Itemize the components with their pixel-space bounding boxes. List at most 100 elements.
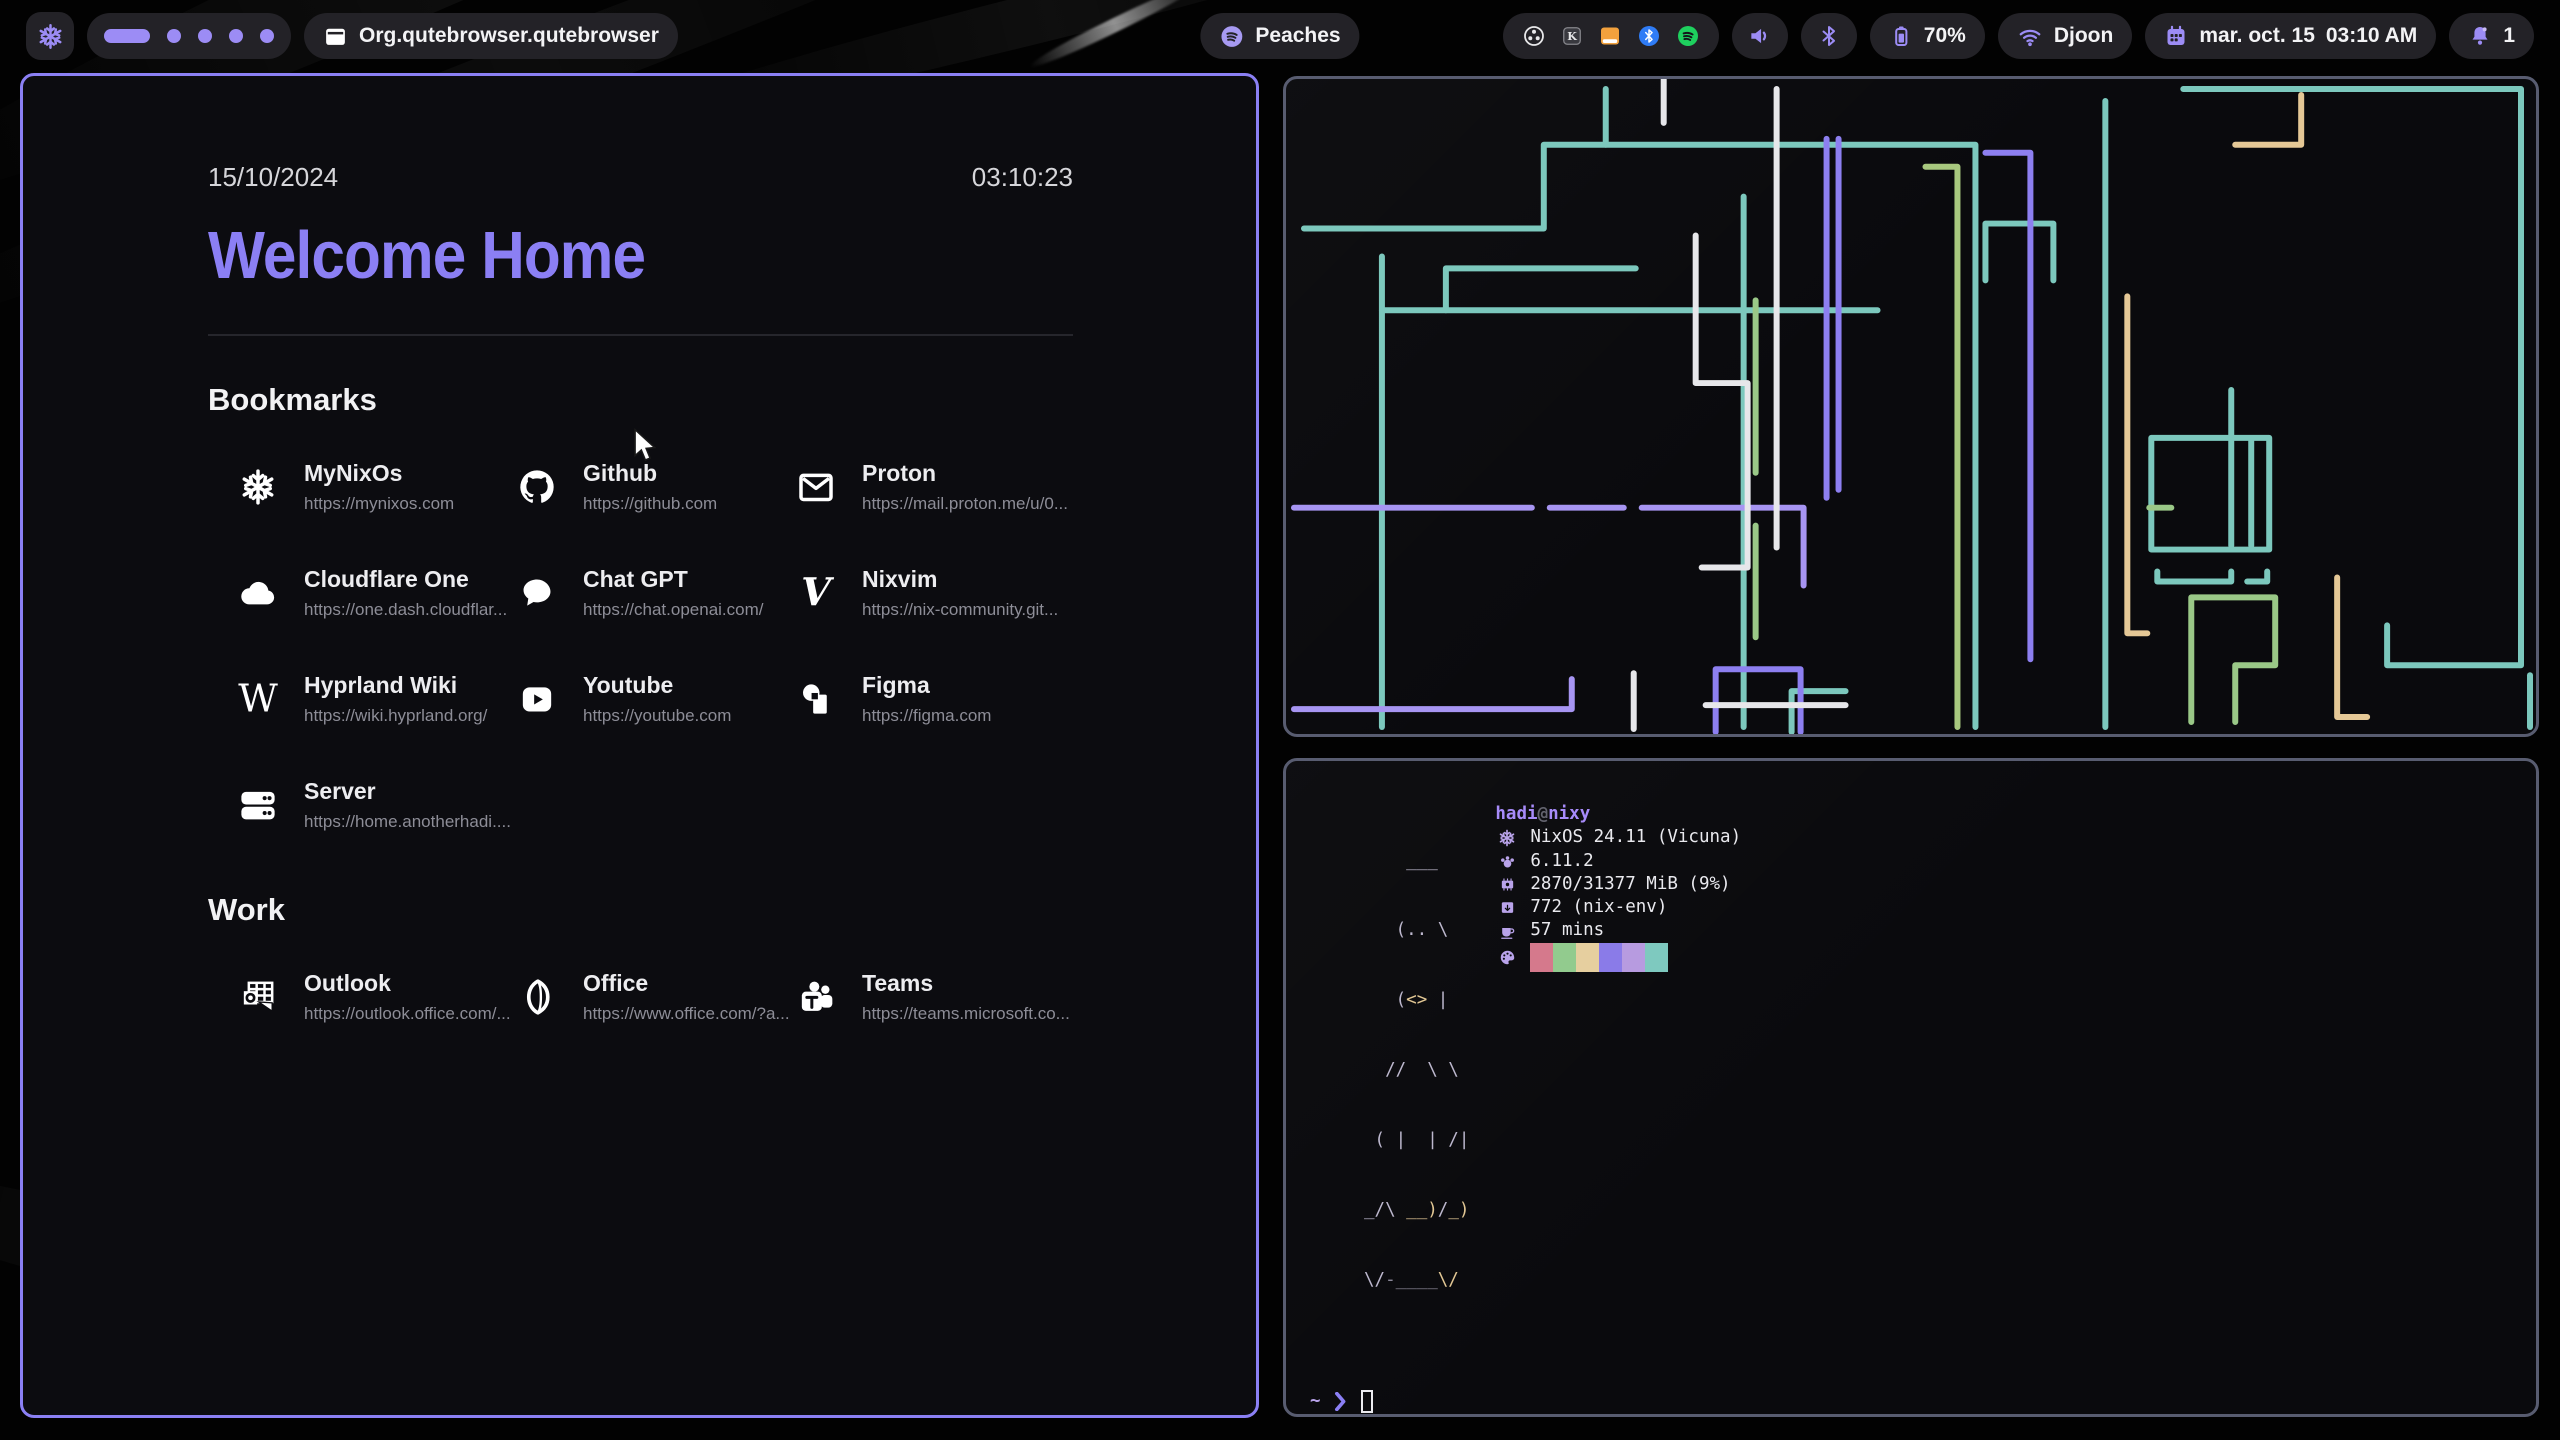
battery-indicator[interactable]: 70% <box>1870 13 1985 59</box>
nix-menu-button[interactable] <box>26 12 74 60</box>
qutebrowser-window: 15/10/2024 03:10:23 Welcome Home Bookmar… <box>20 73 1259 1418</box>
terminal-color-palette <box>1530 943 1668 972</box>
mail-icon <box>794 465 838 509</box>
palette-swatch <box>1553 943 1576 972</box>
kernel-paw-icon <box>1495 853 1519 870</box>
workspace-dot[interactable] <box>229 29 243 43</box>
bookmark-server[interactable]: Server https://home.anotherhadi.... <box>236 778 515 832</box>
k-app-icon[interactable]: K <box>1561 25 1583 47</box>
bookmark-hyprland-wiki[interactable]: W Hyprland Wiki https://wiki.hyprland.or… <box>236 672 515 726</box>
tux-ascii-art: ___ (.. \ (<> | // \ \ ( | | /| _/\ __)/… <box>1364 803 1469 1339</box>
uptime-cup-icon <box>1495 923 1519 940</box>
terminal-window[interactable]: ___ (.. \ (<> | // \ \ ( | | /| _/\ __)/… <box>1283 758 2539 1417</box>
window-title-label: Org.qutebrowser.qutebrowser <box>359 24 659 48</box>
downloads-icon[interactable] <box>1598 24 1622 48</box>
packages-box-icon <box>1495 899 1519 916</box>
workspace-dot[interactable] <box>260 29 274 43</box>
shell-prompt[interactable]: ~ <box>1310 1390 2536 1413</box>
notification-count: 1 <box>2503 24 2515 48</box>
palette-swatch <box>1599 943 1622 972</box>
wifi-icon <box>2017 23 2043 49</box>
fetch-palette-row <box>1495 943 1741 972</box>
teams-icon <box>794 975 838 1019</box>
bluetooth-button[interactable] <box>1801 13 1857 59</box>
bookmark-mynixos[interactable]: MyNixOs https://mynixos.com <box>236 460 515 514</box>
bookmark-outlook[interactable]: Outlook https://outlook.office.com/... <box>236 970 515 1024</box>
palette-swatch <box>1576 943 1599 972</box>
workspace-indicator[interactable] <box>87 13 291 59</box>
bookmark-figma[interactable]: Figma https://figma.com <box>794 672 1073 726</box>
media-widget[interactable]: Peaches <box>1200 13 1359 59</box>
figma-icon <box>794 677 838 721</box>
bookmarks-grid: MyNixOs https://mynixos.com Github https… <box>236 460 1073 832</box>
bell-icon <box>2468 24 2492 48</box>
bookmark-cloudflare-one[interactable]: Cloudflare One https://one.dash.cloudfla… <box>236 566 515 620</box>
fetch-os-row: NixOS 24.11 (Vicuna) <box>1495 826 1741 849</box>
fastfetch-output: ___ (.. \ (<> | // \ \ ( | | /| _/\ __)/… <box>1310 803 2536 1339</box>
youtube-icon <box>515 677 559 721</box>
palette-swatch <box>1622 943 1645 972</box>
speaker-icon <box>1747 23 1773 49</box>
bookmark-office[interactable]: Office https://www.office.com/?a... <box>515 970 794 1024</box>
memory-chip-icon <box>1495 876 1519 893</box>
bookmark-nixvim[interactable]: V Nixvim https://nix-community.git... <box>794 566 1073 620</box>
svg-text:V: V <box>801 573 834 613</box>
prompt-chevron-icon <box>1334 1392 1347 1411</box>
cloud-icon <box>236 571 280 615</box>
divider <box>208 334 1073 336</box>
terminal-cursor <box>1361 1390 1373 1413</box>
network-indicator[interactable]: Djoon <box>1998 13 2132 59</box>
status-bar: Org.qutebrowser.qutebrowser Peaches <box>0 0 2560 72</box>
clock-date-label: mar. oct. 15 <box>2199 24 2315 48</box>
window-icon <box>323 24 348 49</box>
bookmark-youtube[interactable]: Youtube https://youtube.com <box>515 672 794 726</box>
page-title: Welcome Home <box>208 217 987 294</box>
work-heading: Work <box>208 892 1073 928</box>
spotify-icon[interactable] <box>1676 24 1700 48</box>
server-icon <box>236 783 280 827</box>
system-tray: K <box>1503 13 1719 59</box>
fetch-memory-row: 2870/31377 MiB (9%) <box>1495 873 1741 896</box>
startpage-time: 03:10:23 <box>972 162 1073 193</box>
bookmark-teams[interactable]: Teams https://teams.microsoft.co... <box>794 970 1073 1024</box>
palette-icon <box>1495 949 1519 966</box>
obs-icon[interactable] <box>1522 24 1546 48</box>
battery-percent-label: 70% <box>1924 24 1966 48</box>
active-window-title: Org.qutebrowser.qutebrowser <box>304 13 678 59</box>
fetch-kernel-row: 6.11.2 <box>1495 850 1741 873</box>
battery-icon <box>1889 24 1913 48</box>
clock-time-label: 03:10 AM <box>2326 24 2417 48</box>
mouse-cursor <box>630 428 660 462</box>
fetch-user-host: hadi@nixy <box>1495 803 1741 826</box>
bluetooth-icon <box>1817 24 1841 48</box>
bookmark-github[interactable]: Github https://github.com <box>515 460 794 514</box>
nixvim-v-icon: V <box>794 571 838 615</box>
pipes-terminal-window[interactable] <box>1283 76 2539 737</box>
notifications-widget[interactable]: 1 <box>2449 13 2534 59</box>
outlook-icon <box>236 975 280 1019</box>
prompt-cwd: ~ <box>1310 1390 1321 1413</box>
workspace-active[interactable] <box>104 29 150 43</box>
palette-swatch <box>1530 943 1553 972</box>
office-icon <box>515 975 559 1019</box>
svg-text:K: K <box>1567 30 1577 43</box>
bookmark-chatgpt[interactable]: Chat GPT https://chat.openai.com/ <box>515 566 794 620</box>
nix-snowflake-icon <box>37 23 64 50</box>
bookmarks-heading: Bookmarks <box>208 382 1073 418</box>
github-icon <box>515 465 559 509</box>
spotify-icon <box>1219 24 1244 49</box>
media-track-label: Peaches <box>1255 24 1340 48</box>
fetch-uptime-row: 57 mins <box>1495 919 1741 942</box>
fetch-packages-row: 772 (nix-env) <box>1495 896 1741 919</box>
bookmark-proton[interactable]: Proton https://mail.proton.me/u/0... <box>794 460 1073 514</box>
svg-text:W: W <box>238 678 278 720</box>
clock-widget[interactable]: mar. oct. 15 03:10 AM <box>2145 13 2436 59</box>
workspace-dot[interactable] <box>167 29 181 43</box>
volume-button[interactable] <box>1732 13 1788 59</box>
bluetooth-icon[interactable] <box>1637 24 1661 48</box>
wiki-w-icon: W <box>236 677 280 721</box>
wifi-ssid-label: Djoon <box>2054 24 2113 48</box>
nix-snowflake-icon <box>236 465 280 509</box>
palette-swatch <box>1645 943 1668 972</box>
workspace-dot[interactable] <box>198 29 212 43</box>
